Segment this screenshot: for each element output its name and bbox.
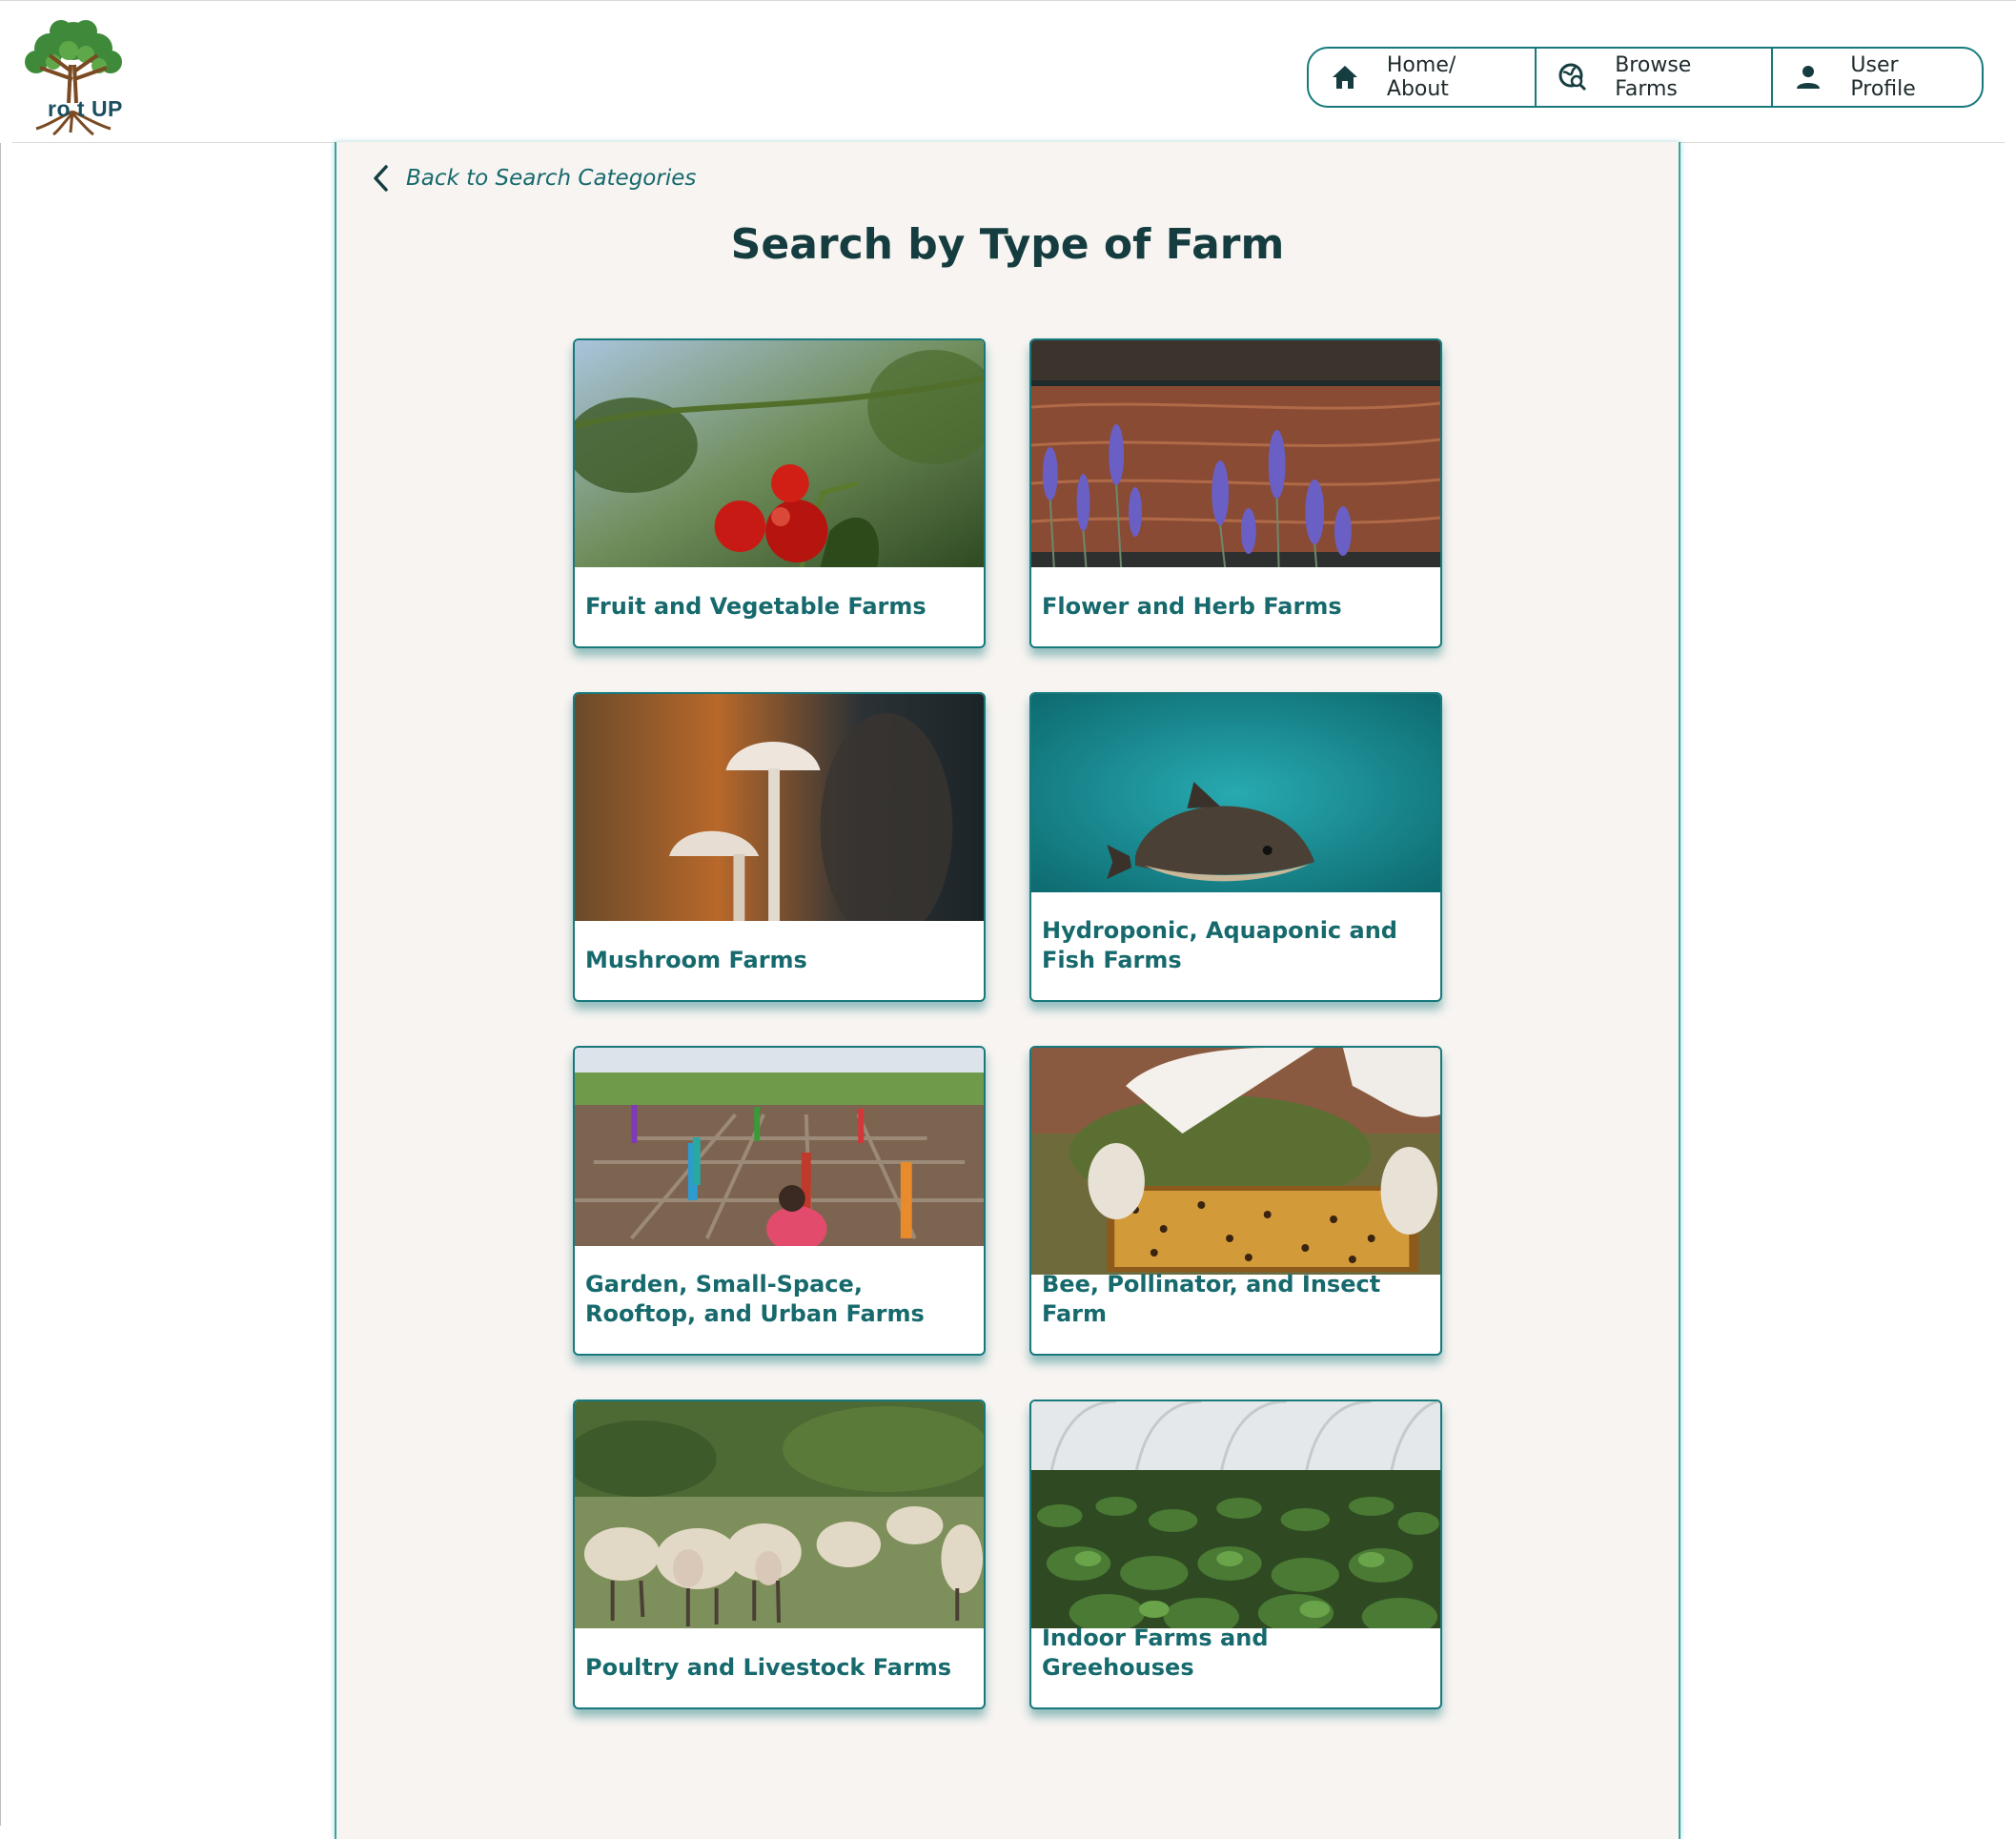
top-navigation-bar: ro t UP Home/ About Browse Farms User Pr…	[0, 0, 2016, 143]
home-icon	[1330, 61, 1360, 93]
category-label: Hydroponic, Aquaponic and Fish Farms	[1042, 917, 1397, 973]
category-card-hydroponic[interactable]: Hydroponic, Aquaponic and Fish Farms	[1029, 692, 1442, 1002]
globe-search-icon	[1558, 61, 1588, 93]
category-label: Flower and Herb Farms	[1042, 593, 1342, 620]
content-panel: Back to Search Categories Search by Type…	[335, 142, 1680, 1839]
category-card-urban[interactable]: Garden, Small-Space, Rooftop, and Urban …	[573, 1046, 986, 1356]
category-card-indoor-greenhouse[interactable]: Indoor Farms and Greehouses	[1029, 1400, 1442, 1709]
back-link-label: Back to Search Categories	[406, 166, 697, 191]
fish-photo	[1031, 694, 1440, 892]
category-card-bee[interactable]: Bee, Pollinator, and Insect Farm	[1029, 1046, 1442, 1356]
category-label: Bee, Pollinator, and Insect Farm	[1042, 1271, 1381, 1327]
logo-text: ro t UP	[48, 96, 123, 121]
nav-user-profile-label: User Profile	[1850, 53, 1916, 101]
category-label: Poultry and Livestock Farms	[585, 1654, 952, 1681]
greenhouse-photo	[1031, 1401, 1440, 1628]
category-label: Mushroom Farms	[585, 947, 807, 973]
category-card-poultry-livestock[interactable]: Poultry and Livestock Farms	[573, 1400, 986, 1709]
mushrooms-photo	[575, 694, 984, 921]
urban-garden-photo	[575, 1048, 984, 1246]
category-card-fruit-vegetable[interactable]: Fruit and Vegetable Farms	[573, 338, 986, 648]
nav-home-about[interactable]: Home/ About	[1309, 49, 1535, 106]
category-label: Fruit and Vegetable Farms	[585, 593, 927, 620]
beehive-frame-photo	[1031, 1048, 1440, 1275]
nav-browse-farms-label: Browse Farms	[1615, 53, 1692, 101]
back-to-search-categories-link[interactable]: Back to Search Categories	[370, 163, 696, 194]
category-card-mushroom[interactable]: Mushroom Farms	[573, 692, 986, 1002]
rootup-logo[interactable]: ro t UP	[11, 12, 135, 136]
window-edge	[0, 0, 1, 1826]
page-title: Search by Type of Farm	[730, 220, 1285, 269]
user-icon	[1794, 61, 1824, 93]
nav-browse-farms[interactable]: Browse Farms	[1535, 49, 1770, 106]
lavender-photo	[1031, 340, 1440, 567]
nav-user-profile[interactable]: User Profile	[1770, 49, 1982, 106]
category-card-flower-herb[interactable]: Flower and Herb Farms	[1029, 338, 1442, 648]
category-label: Indoor Farms and Greehouses	[1042, 1624, 1269, 1681]
category-label: Garden, Small-Space, Rooftop, and Urban …	[585, 1271, 925, 1327]
main-nav: Home/ About Browse Farms User Profile	[1307, 47, 1984, 108]
nav-home-about-label: Home/ About	[1386, 53, 1456, 101]
sheep-photo	[575, 1401, 984, 1628]
tomatoes-photo	[575, 340, 984, 567]
chevron-left-icon	[374, 165, 388, 192]
